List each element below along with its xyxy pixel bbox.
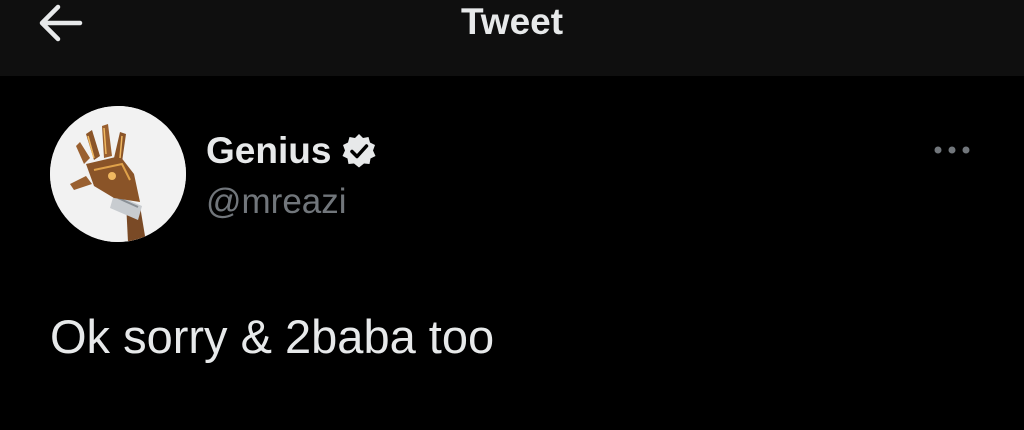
back-button[interactable] (34, 2, 86, 44)
robot-hand-image (50, 106, 186, 242)
more-horizontal-icon (934, 146, 970, 154)
arrow-left-icon (39, 4, 83, 42)
top-bar: Tweet (0, 0, 1024, 76)
author-name[interactable]: Genius (206, 130, 331, 172)
author-row[interactable]: Genius (206, 128, 377, 174)
verified-badge-icon (342, 134, 376, 168)
page-title: Tweet (460, 1, 564, 42)
more-options-button[interactable] (928, 134, 976, 166)
avatar[interactable] (50, 106, 186, 242)
author-handle[interactable]: @mreazi (206, 180, 347, 224)
tweet-text: Ok sorry & 2baba too (50, 310, 495, 363)
